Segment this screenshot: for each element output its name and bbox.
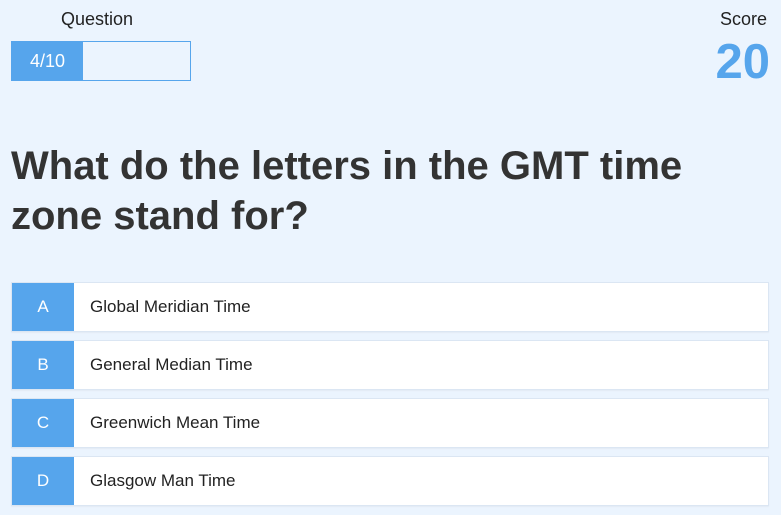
choice-prefix: D xyxy=(12,457,74,505)
choice-text: General Median Time xyxy=(90,355,253,374)
question-text: What do the letters in the GMT time zone… xyxy=(11,144,683,238)
choice-b[interactable]: B General Median Time xyxy=(11,340,769,390)
score-value: 20 xyxy=(715,35,770,89)
score-label: Score xyxy=(719,9,767,29)
question-counter-label: Question xyxy=(61,9,134,29)
choice-prefix: A xyxy=(12,283,74,331)
choice-d[interactable]: D Glasgow Man Time xyxy=(11,456,769,506)
question-progress-bar: 4/10 xyxy=(11,41,191,81)
choice-text: Greenwich Mean Time xyxy=(90,413,261,432)
choice-a[interactable]: A Global Meridian Time xyxy=(11,282,769,332)
choice-text: Glasgow Man Time xyxy=(90,471,236,490)
choice-text: Global Meridian Time xyxy=(90,297,251,316)
choice-prefix: C xyxy=(12,399,74,447)
choice-prefix: B xyxy=(12,341,74,389)
question-progress-text: 4/10 xyxy=(29,51,66,71)
choice-c[interactable]: C Greenwich Mean Time xyxy=(11,398,769,448)
